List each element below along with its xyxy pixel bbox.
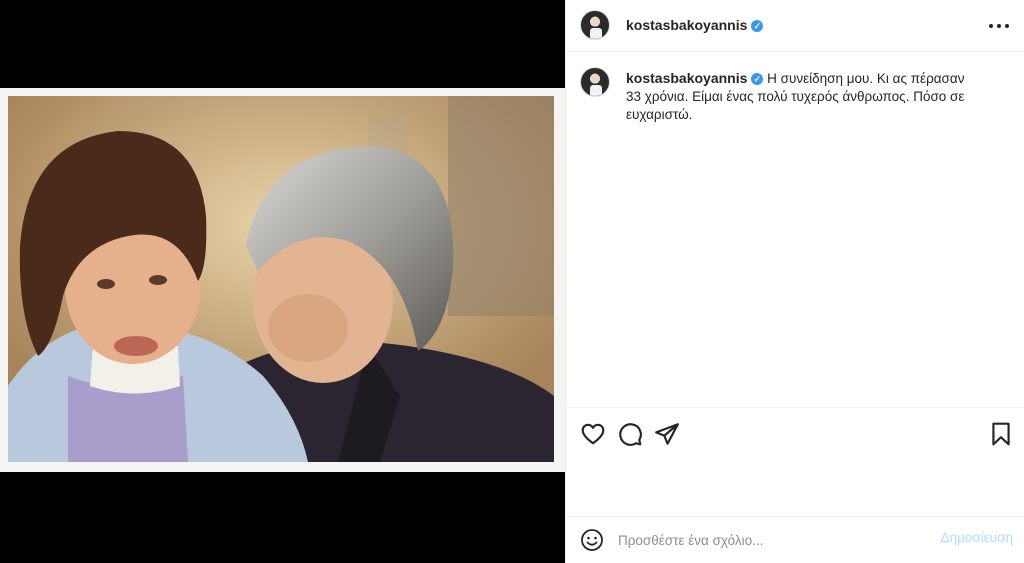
post-photo-frame xyxy=(0,88,565,472)
comment-bar: Δημοσίευση xyxy=(566,516,1024,563)
post-action-bar xyxy=(566,407,1024,517)
verified-badge-icon: ✓ xyxy=(751,20,764,32)
more-dot-icon xyxy=(989,24,993,28)
more-dot-icon xyxy=(997,24,1001,28)
caption-username[interactable]: kostasbakoyannis xyxy=(626,70,747,86)
heart-icon[interactable] xyxy=(580,421,606,447)
post-side-panel: kostasbakoyannis ✓ kostasbakoyannis ✓ Η συ… xyxy=(565,0,1024,563)
comment-icon[interactable] xyxy=(617,421,643,447)
post-caption: kostasbakoyannis ✓ Η συνείδηση μου. Κι ας… xyxy=(626,69,966,124)
post-photo[interactable] xyxy=(8,96,554,462)
post-header: kostasbakoyannis ✓ xyxy=(566,0,1024,52)
comment-input[interactable] xyxy=(618,529,918,551)
more-dot-icon xyxy=(1005,24,1009,28)
share-icon[interactable] xyxy=(654,421,680,447)
author-avatar[interactable] xyxy=(580,10,610,40)
emoji-icon[interactable] xyxy=(580,528,604,552)
author-username-text[interactable]: kostasbakoyannis xyxy=(626,17,747,33)
bookmark-icon[interactable] xyxy=(988,421,1014,447)
more-options-button[interactable] xyxy=(987,14,1011,38)
photo-illustration xyxy=(8,96,554,462)
post-media-pane xyxy=(0,0,565,563)
post-comment-button[interactable]: Δημοσίευση xyxy=(941,530,1013,545)
verified-badge-icon: ✓ xyxy=(751,73,764,85)
caption-author-avatar[interactable] xyxy=(580,67,610,97)
author-username[interactable]: kostasbakoyannis ✓ xyxy=(626,17,764,33)
caption-area: kostasbakoyannis ✓ Η συνείδηση μου. Κι ας… xyxy=(566,53,1024,407)
